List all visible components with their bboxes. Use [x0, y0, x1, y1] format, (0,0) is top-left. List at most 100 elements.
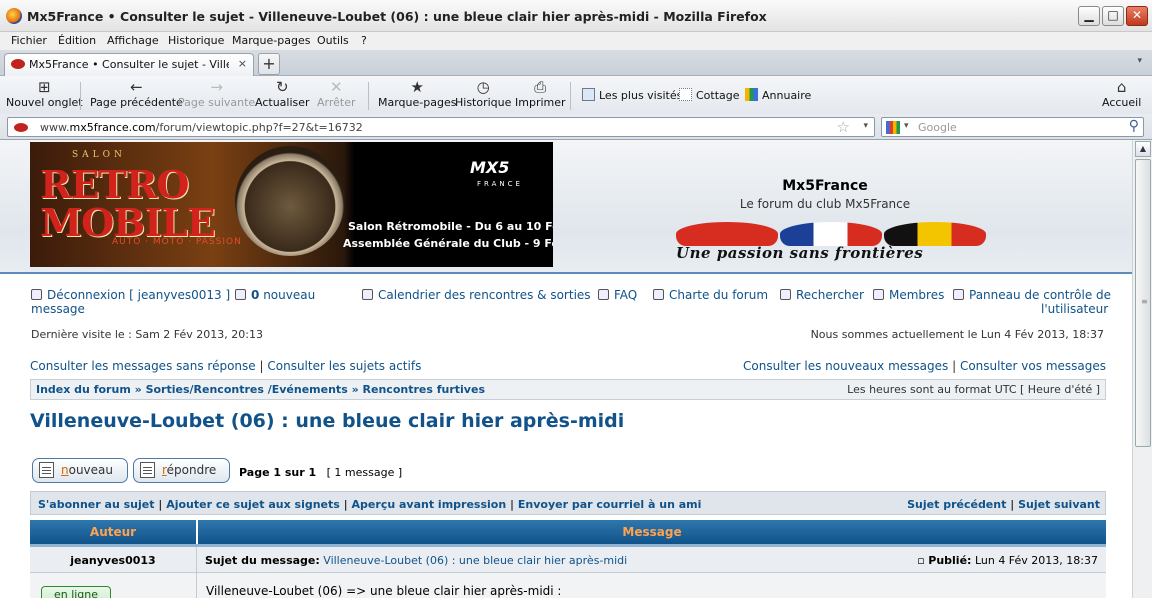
column-divider	[196, 573, 197, 598]
members-link[interactable]: Membres	[873, 288, 944, 302]
search-box[interactable]: ▾ Google ⚲	[881, 117, 1144, 137]
new-messages-link[interactable]: 0 nouveau	[235, 288, 315, 302]
subscribe-link[interactable]: S'abonner au sujet	[38, 498, 154, 511]
topic-navigation: Sujet précédent | Sujet suivant	[907, 498, 1100, 511]
active-topics-link[interactable]: Consulter les sujets actifs	[267, 359, 421, 373]
reload-button[interactable]: ↻ Actualiser	[255, 78, 310, 109]
logout-icon	[31, 289, 42, 300]
breadcrumb-rencontres-furtives[interactable]: Rencontres furtives	[363, 383, 485, 396]
back-button[interactable]: ← Page précédente	[90, 78, 183, 109]
page-title[interactable]: Villeneuve-Loubet (06) : une bleue clair…	[30, 410, 624, 432]
previous-topic-link[interactable]: Sujet précédent	[907, 498, 1006, 511]
calendar-link[interactable]: Calendrier des rencontres & sorties	[362, 288, 591, 302]
url-input[interactable]: www.mx5france.com/forum/viewtopic.php?f=…	[7, 117, 875, 137]
bookmark-star-icon: ★	[410, 78, 424, 96]
close-tab-icon[interactable]: ×	[238, 57, 247, 70]
quick-links-left: Consulter les messages sans réponse | Co…	[30, 359, 422, 373]
tab-list-chevron-down-icon[interactable]: ▾	[1137, 56, 1142, 66]
retromobile-banner[interactable]: SALON RETRO MOBILE AUTO · MOTO · PASSION …	[30, 142, 553, 267]
unanswered-posts-link[interactable]: Consulter les messages sans réponse	[30, 359, 256, 373]
bookmark-star-icon[interactable]: ☆	[837, 118, 850, 136]
menu-affichage[interactable]: Affichage	[107, 34, 159, 47]
page-scrollbar[interactable]: ▲ ≡	[1132, 140, 1152, 598]
home-button[interactable]: ⌂ Accueil	[1102, 78, 1141, 109]
menu-historique[interactable]: Historique	[168, 34, 224, 47]
minimize-button[interactable]: ▁	[1078, 6, 1100, 26]
tab-mx5france[interactable]: Mx5France • Consulter le sujet - Villene…	[4, 53, 254, 76]
post-subject: Sujet du message: Villeneuve-Loubet (06)…	[205, 554, 628, 567]
table-row: jeanyves0013 Sujet du message: Villeneuv…	[30, 547, 1106, 573]
printer-icon: ⎙	[534, 78, 547, 96]
window-titlebar: Mx5France • Consulter le sujet - Villene…	[0, 0, 1152, 32]
navigation-toolbar: ⊞ Nouvel onglet ← Page précédente → Page…	[0, 76, 1152, 114]
user-control-panel-link[interactable]: Panneau de contrôle de	[953, 288, 1111, 302]
new-topic-button[interactable]: nouveau	[32, 458, 128, 483]
menu-outils[interactable]: Outils	[317, 34, 349, 47]
search-link[interactable]: Rechercher	[780, 288, 864, 302]
tab-bar: Mx5France • Consulter le sujet - Villene…	[0, 50, 1152, 76]
reply-icon	[140, 462, 155, 478]
bookmark-annuaire[interactable]: Annuaire	[745, 88, 811, 102]
user-control-panel-link-line2[interactable]: l'utilisateur	[1041, 302, 1108, 316]
new-tab-button[interactable]: +	[258, 53, 280, 75]
question-icon	[598, 289, 609, 300]
breadcrumb-sorties[interactable]: Sorties/Rencontres /Evénements	[146, 383, 348, 396]
bookmark-most-visited[interactable]: Les plus visités	[582, 88, 682, 102]
pagination: Page 1 sur 1 [ 1 message ]	[239, 466, 403, 479]
bookmark-cottage[interactable]: Cottage	[679, 88, 740, 102]
banner-brand: MX5	[470, 158, 510, 177]
message-icon	[235, 289, 246, 300]
menu-marque-pages[interactable]: Marque-pages	[232, 34, 310, 47]
search-icon[interactable]: ⚲	[1129, 118, 1139, 134]
forum-header: SALON RETRO MOBILE AUTO · MOTO · PASSION …	[0, 140, 1132, 274]
arrow-right-icon: →	[210, 78, 223, 96]
reply-button[interactable]: répondre	[133, 458, 230, 483]
maximize-button[interactable]: □	[1102, 6, 1124, 26]
menu-fichier[interactable]: Fichier	[11, 34, 47, 47]
banner-salon: SALON	[72, 150, 126, 160]
breadcrumb-forum-index[interactable]: Index du forum	[36, 383, 131, 396]
page-icon	[679, 88, 692, 101]
faq-link[interactable]: FAQ	[598, 288, 637, 302]
new-messages-link-line2[interactable]: message	[31, 302, 85, 316]
print-view-link[interactable]: Aperçu avant impression	[352, 498, 507, 511]
club-motto: Une passion sans frontières	[676, 244, 924, 262]
french-car-icon	[780, 222, 882, 246]
close-window-button[interactable]: ✕	[1126, 6, 1148, 26]
members-icon	[873, 289, 884, 300]
menu-edition[interactable]: Édition	[58, 34, 96, 47]
new-tab-icon: ⊞	[38, 78, 51, 96]
forward-button[interactable]: → Page suivante	[178, 78, 255, 109]
charter-link[interactable]: Charte du forum	[653, 288, 768, 302]
logout-link[interactable]: Déconnexion [ jeanyves0013 ]	[31, 288, 230, 302]
history-button[interactable]: ◷ Historique	[455, 78, 511, 109]
site-tagline: Le forum du club Mx5France	[739, 197, 911, 211]
bookmarks-button[interactable]: ★ Marque-pages	[378, 78, 456, 109]
url-chevron-down-icon[interactable]: ▾	[863, 121, 868, 131]
stop-label: Arrêter	[317, 96, 356, 109]
author-column-header: Auteur	[89, 525, 137, 539]
toolbar-divider	[368, 82, 369, 110]
back-label: Page précédente	[90, 96, 183, 109]
scrollbar-thumb[interactable]: ≡	[1135, 159, 1151, 447]
belgian-car-icon	[884, 222, 986, 246]
search-engine-chevron-down-icon[interactable]: ▾	[904, 121, 909, 131]
banner-retromobile: RETRO MOBILE	[40, 162, 216, 245]
email-friend-link[interactable]: Envoyer par courriel à un ami	[518, 498, 702, 511]
new-tab-toolbar-button[interactable]: ⊞ Nouvel onglet	[6, 78, 83, 109]
new-posts-link[interactable]: Consulter les nouveaux messages	[743, 359, 948, 373]
post-author[interactable]: jeanyves0013	[30, 554, 196, 567]
menu-help[interactable]: ?	[361, 34, 367, 47]
calendar-icon	[362, 289, 373, 300]
column-divider	[196, 547, 197, 573]
swiss-car-icon	[676, 222, 778, 246]
print-button[interactable]: ⎙ Imprimer	[515, 78, 566, 109]
scroll-up-arrow-icon[interactable]: ▲	[1135, 141, 1151, 157]
current-time-text: Nous sommes actuellement le Lun 4 Fév 20…	[810, 328, 1104, 341]
stop-button[interactable]: ✕ Arrêter	[317, 78, 356, 109]
next-topic-link[interactable]: Sujet suivant	[1018, 498, 1100, 511]
your-posts-link[interactable]: Consulter vos messages	[960, 359, 1106, 373]
post-subject-link[interactable]: Villeneuve-Loubet (06) : une bleue clair…	[323, 554, 627, 567]
bookmark-topic-link[interactable]: Ajouter ce sujet aux signets	[166, 498, 340, 511]
post-link-icon[interactable]: ▫	[917, 554, 924, 567]
